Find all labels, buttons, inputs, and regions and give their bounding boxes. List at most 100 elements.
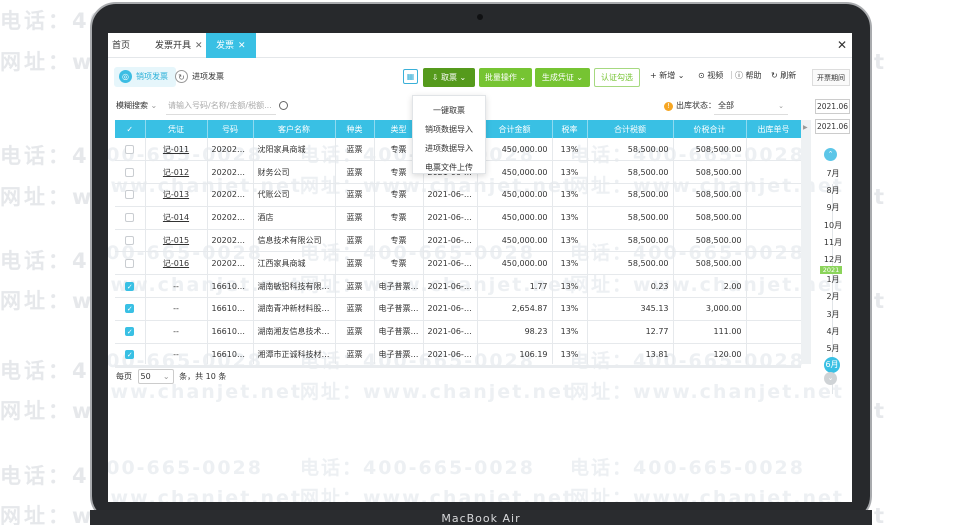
column-header[interactable]: 客户名称 [253, 120, 336, 138]
select-all-checkbox[interactable]: ✓ [115, 120, 146, 138]
row-checkbox-cell[interactable]: ✓ [115, 320, 146, 344]
row-checkbox[interactable]: ✓ [125, 350, 135, 360]
row-checkbox[interactable]: ✓ [125, 304, 135, 314]
month-item[interactable]: 5月 [814, 343, 852, 354]
table-row[interactable]: 记-013 20202986 代账公司 蓝票 专票 2021-06-01 450,000.0… [115, 183, 801, 207]
voucher-link[interactable]: 记-012 [163, 168, 189, 177]
period-start-input[interactable]: 2021.06 [815, 99, 850, 114]
month-item[interactable]: 8月 [814, 185, 852, 196]
voucher-link[interactable]: 记-011 [163, 145, 189, 154]
row-checkbox[interactable] [125, 167, 135, 177]
subtab-sales-invoice[interactable]: ◎ 销项发票 [114, 67, 176, 87]
month-item[interactable]: 4月 [814, 326, 852, 337]
row-checkbox-cell[interactable] [115, 183, 146, 207]
row-checkbox-cell[interactable]: ✓ [115, 297, 146, 321]
tab-home[interactable]: 首页 [112, 33, 130, 58]
row-checkbox[interactable]: ✓ [125, 327, 135, 337]
row-checkbox[interactable]: ✓ [125, 281, 135, 291]
voucher-link[interactable]: 记-013 [163, 190, 189, 199]
column-settings-strip[interactable]: ▶ [801, 120, 811, 364]
column-header[interactable]: 出库单号 [746, 120, 801, 138]
tab-invoice[interactable]: 发票 ✕ [206, 33, 256, 58]
period-end-input[interactable]: 2021.06 [815, 119, 850, 134]
month-item[interactable]: 10月 [814, 220, 852, 231]
column-header[interactable]: 合计税额 [587, 120, 674, 138]
scroll-down-icon[interactable]: ⌄ [824, 372, 837, 385]
menu-item-e-invoice-upload[interactable]: 电票文件上传 [413, 159, 485, 177]
month-item[interactable]: 9月 [814, 202, 852, 213]
tab-invoice-issue[interactable]: 发票开具 ✕ [155, 33, 203, 58]
column-header[interactable]: 种类 [335, 120, 375, 138]
table-row[interactable]: 记-016 20202989 江西家具商城 蓝票 专票 2021-06-01 450,000… [115, 251, 801, 276]
outbound-status-select[interactable]: 全部 ⌄ [714, 97, 788, 115]
subtab-purchase-invoice[interactable]: ↻ 进项发票 [170, 67, 232, 87]
voucher-empty: -- [173, 281, 179, 291]
amount-cell: 450,000.00 [477, 251, 553, 276]
column-header[interactable]: 合计金额 [477, 120, 553, 138]
row-checkbox-cell[interactable] [115, 206, 146, 230]
total-cell: 508,500.00 [673, 229, 747, 253]
row-checkbox-cell[interactable] [115, 229, 146, 253]
horizontal-scrollbar[interactable] [115, 365, 801, 368]
page-size-select[interactable]: 50 ⌄ [137, 369, 174, 384]
row-checkbox[interactable] [125, 144, 135, 154]
column-header[interactable]: 价税合计 [673, 120, 747, 138]
month-item[interactable]: 3月 [814, 309, 852, 320]
refresh-button[interactable]: ↻ 刷新 [771, 70, 796, 81]
menu-item-sales-import[interactable]: 销项数据导入 [413, 121, 485, 139]
tax-amount-cell: 58,500.00 [587, 229, 674, 253]
column-header[interactable]: 凭证 [145, 120, 208, 138]
row-checkbox-cell[interactable]: ✓ [115, 343, 146, 364]
row-checkbox[interactable] [125, 213, 135, 223]
window-close-icon[interactable]: ✕ [837, 38, 847, 52]
search-icon[interactable] [279, 101, 288, 110]
voucher-link[interactable]: 记-015 [163, 236, 189, 245]
table-row[interactable]: ✓ -- 16610440 湖南青冲新材料股份... 蓝票 电子普票 A 2021-06-16… [115, 297, 801, 321]
menu-item-purchase-import[interactable]: 进项数据导入 [413, 140, 485, 158]
row-checkbox[interactable] [125, 236, 135, 246]
month-item[interactable]: 12月 [814, 254, 852, 265]
row-checkbox-cell[interactable]: ✓ [115, 274, 146, 299]
table-row[interactable]: ✓ -- 16610442 湘潭市正诚科技材料... 蓝票 电子普票 A 2021-06-16… [115, 343, 801, 364]
row-checkbox[interactable] [125, 258, 135, 268]
table-row[interactable]: 记-015 20202988 信息技术有限公司 蓝票 专票 2021-06-01 450,0… [115, 229, 801, 253]
fetch-invoice-label: 取票 [441, 73, 457, 82]
row-checkbox-cell[interactable] [115, 160, 146, 185]
month-item[interactable]: 6月 [824, 357, 840, 374]
table-row[interactable]: 记-014 20202987 酒店 蓝票 专票 2021-06-01 450,000.00 1… [115, 206, 801, 230]
billing-period-button[interactable]: 开票期间 [812, 69, 850, 86]
table-row[interactable]: ✓ -- 16610439 湖南敏铝科技有限公... 蓝票 电子普票 A 2021-06-16… [115, 274, 801, 299]
month-item[interactable]: 1月 [814, 274, 852, 285]
watermark-text: 网址：www.chanjet.net [300, 487, 574, 502]
generate-voucher-button[interactable]: 生成凭证 ⌄ [535, 68, 590, 87]
month-item[interactable]: 2月 [814, 291, 852, 302]
search-mode-select[interactable]: 模糊搜索 ⌄ [116, 98, 164, 114]
column-header[interactable]: 号码 [207, 120, 254, 138]
video-button[interactable]: ⊙ 视频 [698, 70, 723, 81]
batch-actions-button[interactable]: 批量操作 ⌄ [479, 68, 532, 87]
row-checkbox-cell[interactable] [115, 251, 146, 276]
scroll-up-icon[interactable]: ⌃ [824, 148, 837, 161]
column-header[interactable]: 税率 [552, 120, 588, 138]
refresh-label: 刷新 [780, 71, 797, 80]
new-button[interactable]: + 新增 ⌄ [650, 70, 685, 81]
grid-view-icon[interactable]: ▦ [403, 69, 418, 84]
month-item[interactable]: 7月 [814, 168, 852, 179]
close-icon[interactable]: ✕ [195, 41, 203, 51]
voucher-link[interactable]: 记-016 [163, 259, 189, 268]
fetch-invoice-button[interactable]: ⇩ 取票 ⌄ [423, 68, 475, 87]
invoice-type-text: 专票 [390, 258, 407, 268]
invoice-number-cell: 20202987 [207, 206, 254, 230]
row-checkbox[interactable] [125, 190, 135, 200]
voucher-link[interactable]: 记-014 [163, 213, 189, 222]
menu-item-one-click-fetch[interactable]: 一键取票 [413, 102, 485, 120]
certify-select-button[interactable]: 认证勾选 [594, 68, 640, 87]
search-input[interactable]: 请输入号码/名称/金额/税额... [166, 97, 276, 115]
voucher-cell: -- [145, 343, 208, 364]
row-checkbox-cell[interactable] [115, 138, 146, 162]
amount-cell: 1.77 [477, 274, 553, 299]
month-item[interactable]: 11月 [814, 237, 852, 248]
help-button[interactable]: ⓘ 帮助 [735, 70, 762, 81]
table-row[interactable]: ✓ -- 16610441 湖南湘友信息技术有... 蓝票 电子普票 A 2021-06-16… [115, 320, 801, 344]
close-icon[interactable]: ✕ [238, 41, 246, 51]
